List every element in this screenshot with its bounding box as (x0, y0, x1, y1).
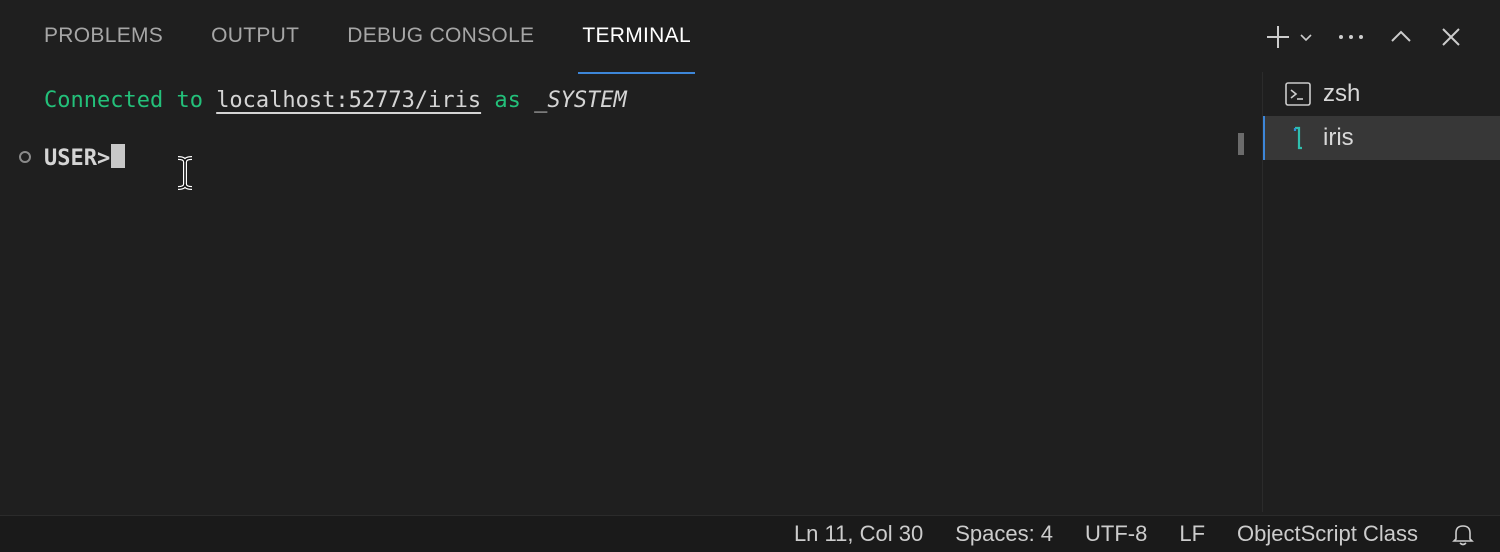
terminal-item-zsh[interactable]: zsh (1263, 72, 1500, 116)
tab-output[interactable]: OUTPUT (187, 14, 323, 62)
status-cursor-position[interactable]: Ln 11, Col 30 (794, 521, 923, 547)
tab-debug-console[interactable]: DEBUG CONSOLE (323, 14, 558, 62)
bell-icon[interactable] (1452, 522, 1474, 546)
terminal-item-iris[interactable]: iris (1263, 116, 1500, 160)
status-encoding[interactable]: UTF-8 (1085, 521, 1147, 547)
terminal-icon (1283, 79, 1313, 109)
prompt-text: USER> (44, 146, 111, 171)
maximize-panel-button[interactable] (1376, 22, 1426, 52)
chevron-down-icon[interactable] (1298, 29, 1314, 45)
close-icon (1440, 26, 1462, 48)
terminal-prompt: USER> (44, 144, 126, 171)
terminal-item-label: zsh (1323, 80, 1361, 107)
status-eol[interactable]: LF (1179, 521, 1205, 547)
status-indentation[interactable]: Spaces: 4 (955, 521, 1053, 547)
command-decoration-icon[interactable] (19, 151, 31, 163)
connection-line: Connected to localhost:52773/iris as _SY… (44, 88, 627, 113)
ibeam-cursor-icon (176, 156, 194, 196)
panel-tabs: PROBLEMS OUTPUT DEBUG CONSOLE TERMINAL (20, 14, 715, 74)
ellipsis-icon (1337, 33, 1365, 41)
iris-icon (1283, 123, 1313, 153)
host-link[interactable]: localhost:52773/iris (216, 88, 481, 113)
new-terminal-button[interactable] (1264, 22, 1326, 52)
close-panel-button[interactable] (1426, 22, 1476, 52)
connection-prefix: Connected to (44, 88, 217, 113)
scrollbar-marker[interactable] (1238, 133, 1244, 155)
terminal-output[interactable]: Connected to localhost:52773/iris as _SY… (0, 72, 1250, 512)
terminal-item-label: iris (1323, 124, 1354, 151)
connection-user: _SYSTEM (534, 88, 627, 113)
status-bar: Ln 11, Col 30 Spaces: 4 UTF-8 LF ObjectS… (0, 515, 1500, 552)
terminal-tabs-list: zsh iris (1262, 72, 1500, 512)
panel-actions (1264, 22, 1476, 52)
terminal-panel: PROBLEMS OUTPUT DEBUG CONSOLE TERMINAL C… (0, 0, 1500, 515)
status-language-mode[interactable]: ObjectScript Class (1237, 521, 1418, 547)
plus-icon (1264, 23, 1292, 51)
chevron-up-icon (1389, 25, 1413, 49)
text-cursor (111, 144, 126, 168)
connection-middle: as (481, 88, 535, 113)
tab-problems[interactable]: PROBLEMS (20, 14, 187, 62)
more-actions-button[interactable] (1326, 22, 1376, 52)
tab-terminal[interactable]: TERMINAL (558, 14, 715, 74)
